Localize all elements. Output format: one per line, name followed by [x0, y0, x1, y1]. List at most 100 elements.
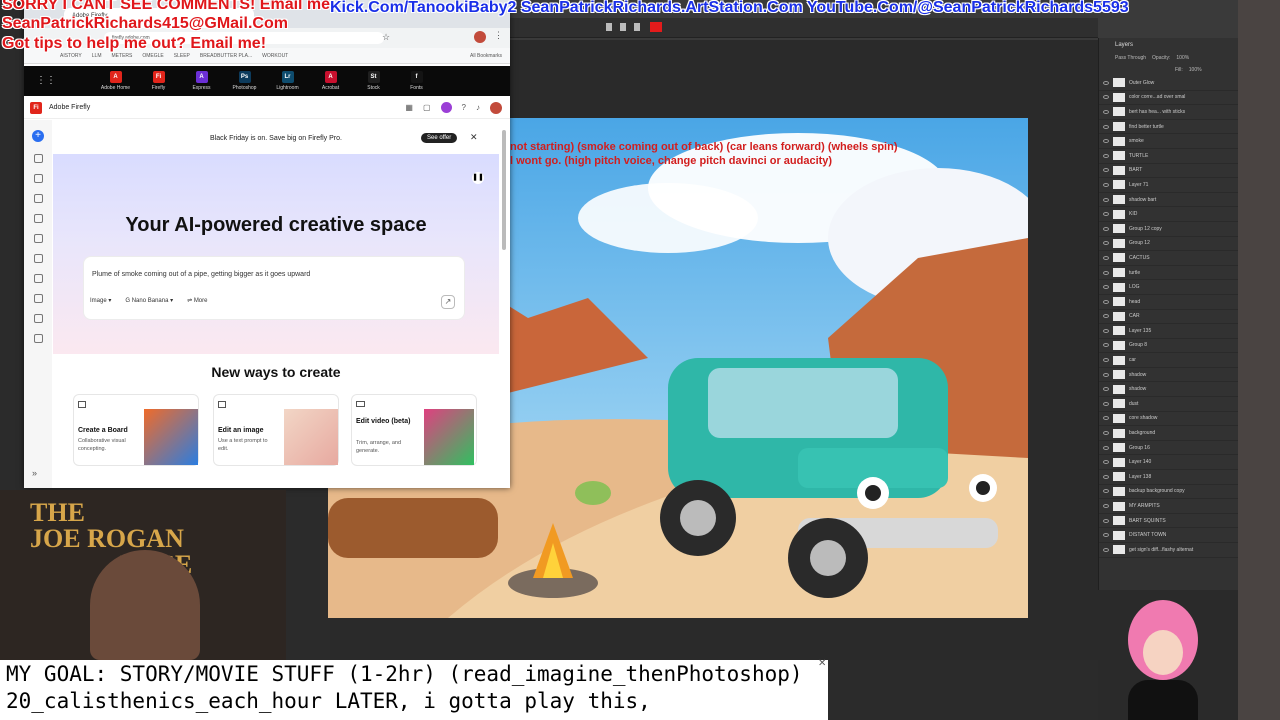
- pause-icon[interactable]: ❚❚: [472, 172, 484, 184]
- caption-close-icon[interactable]: ✕: [818, 658, 826, 669]
- fill-value[interactable]: 100%: [1189, 67, 1202, 73]
- visibility-eye-icon[interactable]: [1103, 80, 1109, 85]
- align-center-icon[interactable]: [620, 23, 626, 31]
- layer-row[interactable]: background: [1099, 426, 1238, 441]
- layer-row[interactable]: shadow: [1099, 382, 1238, 398]
- apps-icon[interactable]: ▦: [405, 103, 413, 112]
- boards-icon[interactable]: [33, 194, 43, 203]
- layer-row[interactable]: KID: [1099, 207, 1238, 222]
- visibility-eye-icon[interactable]: [1103, 109, 1109, 114]
- all-bookmarks[interactable]: All Bookmarks: [470, 53, 510, 59]
- chat-icon[interactable]: ▢: [423, 103, 431, 112]
- mode-select[interactable]: Image ▾: [90, 297, 111, 304]
- video-icon[interactable]: [33, 214, 43, 223]
- visibility-eye-icon[interactable]: [1103, 270, 1109, 275]
- bookmark-item[interactable]: WORKOUT: [262, 53, 288, 59]
- visibility-eye-icon[interactable]: [1103, 518, 1109, 523]
- layer-row[interactable]: CAR: [1099, 310, 1238, 325]
- visibility-eye-icon[interactable]: [1103, 168, 1109, 173]
- bookmark-item[interactable]: METERS: [112, 53, 133, 59]
- layer-row[interactable]: car: [1099, 353, 1238, 368]
- layer-row[interactable]: Layer 138: [1099, 470, 1238, 485]
- user-avatar[interactable]: [490, 101, 502, 114]
- bookmark-item[interactable]: SLEEP: [174, 53, 190, 59]
- notifications-icon[interactable]: ♪: [476, 103, 480, 112]
- profile-avatar[interactable]: [474, 31, 486, 43]
- app-adobe-home[interactable]: A Adobe Home: [94, 71, 137, 91]
- visibility-eye-icon[interactable]: [1103, 197, 1109, 202]
- app-acrobat[interactable]: A Acrobat: [309, 71, 352, 91]
- layer-row[interactable]: BART: [1099, 164, 1238, 179]
- layer-row[interactable]: get sign's diff...flashy alternat: [1099, 543, 1238, 558]
- layer-row[interactable]: Group 12 copy: [1099, 222, 1238, 237]
- layer-row[interactable]: Layer 71: [1099, 178, 1238, 193]
- settings-rail-icon[interactable]: [33, 334, 43, 343]
- layer-row[interactable]: color corre...ad over smal: [1099, 91, 1238, 106]
- card-create-board[interactable]: Create a Board Collaborative visual conc…: [73, 394, 199, 466]
- app-photoshop[interactable]: Ps Photoshop: [223, 71, 266, 91]
- bookmark-star-icon[interactable]: ☆: [382, 32, 390, 42]
- visibility-eye-icon[interactable]: [1103, 241, 1109, 246]
- home-icon[interactable]: [33, 154, 43, 163]
- layer-row[interactable]: BART SQUINTS: [1099, 514, 1238, 529]
- layer-row[interactable]: core shadow: [1099, 412, 1238, 427]
- layer-row[interactable]: MY ARMPITS: [1099, 499, 1238, 514]
- more-button[interactable]: ⇌ More: [187, 297, 207, 304]
- align-left-icon[interactable]: [606, 23, 612, 31]
- app-lightroom[interactable]: Lr Lightroom: [266, 71, 309, 91]
- visibility-eye-icon[interactable]: [1103, 416, 1109, 421]
- library-icon[interactable]: [33, 294, 43, 303]
- layer-row[interactable]: LOG: [1099, 280, 1238, 295]
- bookmark-item[interactable]: BREADBUTTER PLA...: [200, 53, 252, 59]
- layer-row[interactable]: head: [1099, 295, 1238, 310]
- expand-rail-icon[interactable]: »: [32, 468, 37, 478]
- app-firefly[interactable]: Fi Firefly: [137, 71, 180, 91]
- files-icon[interactable]: [33, 254, 43, 263]
- bookmark-item[interactable]: AISTORY: [60, 53, 82, 59]
- visibility-eye-icon[interactable]: [1103, 504, 1109, 509]
- visibility-eye-icon[interactable]: [1103, 124, 1109, 129]
- bookmark-item[interactable]: OMEGLE: [142, 53, 163, 59]
- card-edit-video[interactable]: Edit video (beta) Trim, arrange, and gen…: [351, 394, 477, 466]
- firefly-logo-icon[interactable]: Fi: [30, 101, 42, 114]
- prompt-input[interactable]: Plume of smoke coming out of a pipe, get…: [92, 271, 310, 278]
- close-promo-icon[interactable]: ✕: [470, 132, 478, 143]
- layer-row[interactable]: Group 12: [1099, 237, 1238, 252]
- visibility-eye-icon[interactable]: [1103, 401, 1109, 406]
- app-express[interactable]: A Express: [180, 71, 223, 91]
- layer-row[interactable]: shadow: [1099, 368, 1238, 383]
- visibility-eye-icon[interactable]: [1103, 212, 1109, 217]
- browser-menu-icon[interactable]: ⋮: [494, 30, 503, 41]
- visibility-eye-icon[interactable]: [1103, 153, 1109, 158]
- blend-mode-select[interactable]: Pass Through: [1115, 55, 1146, 61]
- visibility-eye-icon[interactable]: [1103, 255, 1109, 260]
- visibility-eye-icon[interactable]: [1103, 547, 1109, 552]
- visibility-eye-icon[interactable]: [1103, 387, 1109, 392]
- credits-icon[interactable]: [440, 102, 452, 113]
- layer-row[interactable]: shadow bart: [1099, 193, 1238, 208]
- layer-row[interactable]: find better turtle: [1099, 120, 1238, 135]
- layer-row[interactable]: bert has hea... with sticks: [1099, 105, 1238, 120]
- layer-row[interactable]: TURTLE: [1099, 149, 1238, 164]
- app-fonts[interactable]: f Fonts: [395, 71, 438, 91]
- visibility-eye-icon[interactable]: [1103, 358, 1109, 363]
- layer-row[interactable]: smoke: [1099, 134, 1238, 149]
- visibility-eye-icon[interactable]: [1103, 95, 1109, 100]
- photoshop-rail-icon[interactable]: [33, 314, 43, 323]
- visibility-eye-icon[interactable]: [1103, 139, 1109, 144]
- visibility-eye-icon[interactable]: [1103, 431, 1109, 436]
- visibility-eye-icon[interactable]: [1103, 285, 1109, 290]
- layer-row[interactable]: Group 16: [1099, 441, 1238, 456]
- layer-row[interactable]: Layer 135: [1099, 324, 1238, 339]
- layer-row[interactable]: turtle: [1099, 266, 1238, 281]
- app-stock[interactable]: St Stock: [352, 71, 395, 91]
- align-right-icon[interactable]: [634, 23, 640, 31]
- page-scrollbar[interactable]: [502, 130, 506, 250]
- visibility-eye-icon[interactable]: [1103, 328, 1109, 333]
- prompt-box[interactable]: Plume of smoke coming out of a pipe, get…: [83, 256, 465, 320]
- layer-row[interactable]: backup background copy: [1099, 485, 1238, 500]
- layer-row[interactable]: DISTANT TOWN: [1099, 528, 1238, 543]
- visibility-eye-icon[interactable]: [1103, 460, 1109, 465]
- visibility-eye-icon[interactable]: [1103, 343, 1109, 348]
- visibility-eye-icon[interactable]: [1103, 474, 1109, 479]
